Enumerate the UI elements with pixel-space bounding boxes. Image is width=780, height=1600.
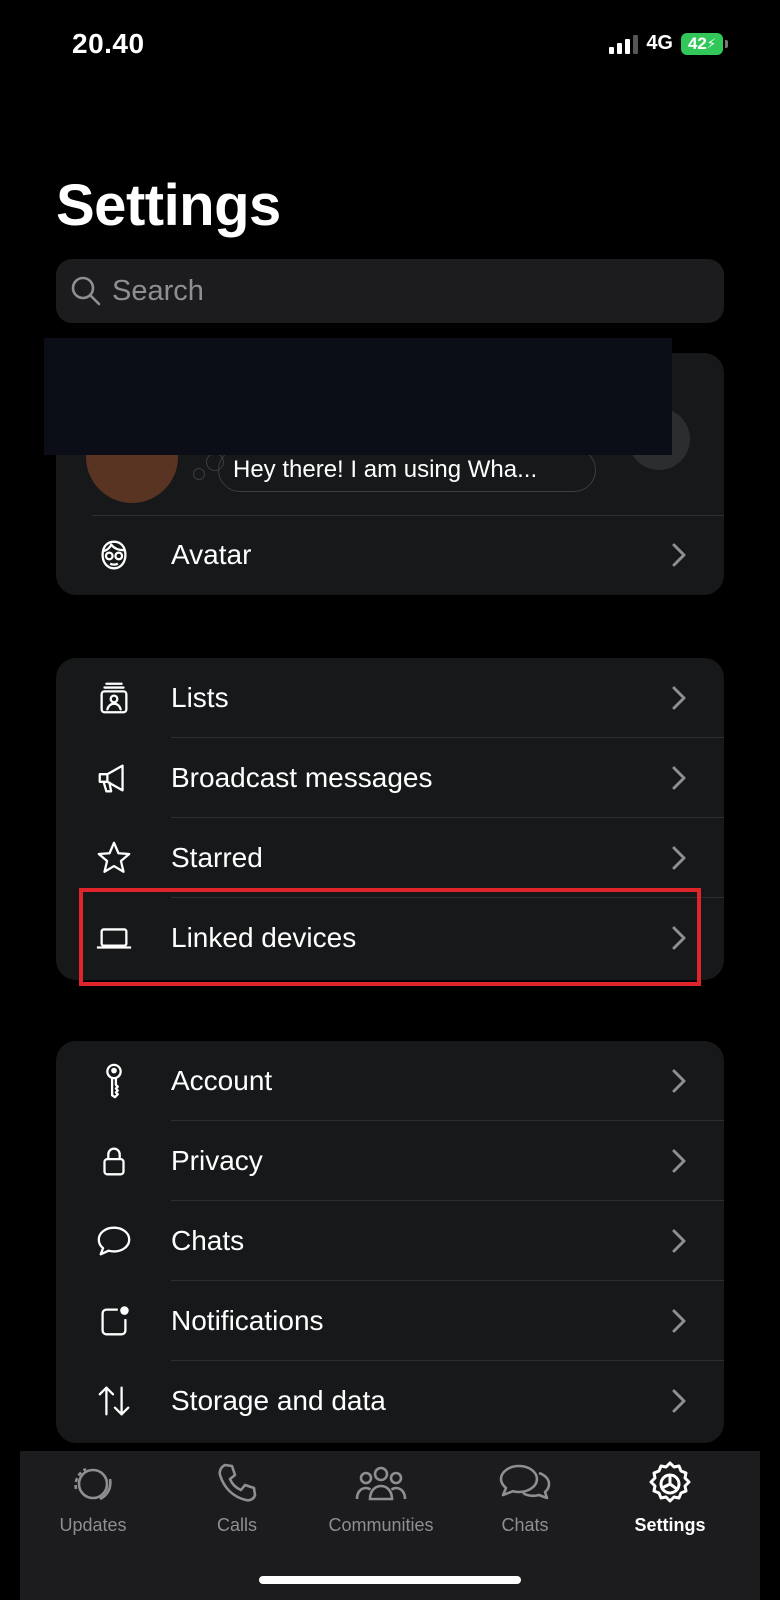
settings-item-broadcast[interactable]: Broadcast messages <box>56 738 724 818</box>
battery-icon: 42 ⚡ <box>681 32 728 55</box>
star-icon <box>94 838 134 878</box>
tab-communities[interactable]: Communities <box>311 1459 451 1536</box>
settings-item-label: Broadcast messages <box>171 762 433 793</box>
tab-label: Communities <box>328 1515 434 1535</box>
settings-item-label: Account <box>171 1065 273 1096</box>
chevron-right-icon <box>672 766 686 790</box>
tab-updates[interactable]: Updates <box>23 1459 163 1536</box>
search-bar[interactable] <box>56 259 724 323</box>
battery-level: 42 <box>687 33 707 53</box>
storage-arrows-icon <box>94 1381 134 1421</box>
settings-item-label: Chats <box>171 1225 245 1256</box>
highlight-box <box>79 888 701 986</box>
status-bubble-dot <box>193 468 205 480</box>
tab-calls[interactable]: Calls <box>167 1459 307 1536</box>
settings-item-privacy[interactable]: Privacy <box>56 1121 724 1201</box>
tab-label: Chats <box>501 1515 549 1535</box>
chats-tab-icon <box>499 1464 551 1500</box>
chevron-right-icon <box>672 846 686 870</box>
network-type: 4G <box>646 32 673 54</box>
settings-item-account[interactable]: Account <box>56 1041 724 1121</box>
tab-label: Updates <box>59 1515 127 1535</box>
settings-item-storage[interactable]: Storage and data <box>56 1361 724 1441</box>
chevron-right-icon <box>672 543 686 567</box>
settings-item-label: Storage and data <box>171 1385 386 1416</box>
redacted-profile-name <box>44 338 672 455</box>
settings-item-avatar[interactable]: Avatar <box>56 515 724 595</box>
lists-icon <box>94 678 134 718</box>
page-title: Settings <box>56 173 281 238</box>
chevron-right-icon <box>672 1229 686 1253</box>
signal-icon <box>609 34 639 54</box>
notification-icon <box>94 1301 134 1341</box>
phone-icon <box>218 1463 257 1502</box>
status-indicators: 4G 42 ⚡ <box>609 32 728 55</box>
settings-item-starred[interactable]: Starred <box>56 818 724 898</box>
chevron-right-icon <box>672 1389 686 1413</box>
settings-section-main: Account Privacy Chats Notifications Stor… <box>56 1041 724 1443</box>
avatar-icon <box>94 535 134 575</box>
communities-icon <box>355 1466 407 1501</box>
key-icon <box>94 1061 134 1101</box>
chevron-right-icon <box>672 686 686 710</box>
settings-item-notifications[interactable]: Notifications <box>56 1281 724 1361</box>
status-bar: 20.40 4G 42 ⚡ <box>0 0 780 90</box>
tab-settings[interactable]: Settings <box>600 1459 740 1536</box>
settings-item-label: Privacy <box>171 1145 263 1176</box>
megaphone-icon <box>94 758 134 798</box>
settings-item-label: Avatar <box>171 539 252 570</box>
home-indicator[interactable] <box>259 1576 521 1584</box>
tab-label: Calls <box>216 1515 257 1535</box>
settings-item-label: Notifications <box>171 1305 324 1336</box>
status-time: 20.40 <box>72 28 145 59</box>
search-input[interactable] <box>112 274 672 308</box>
chat-bubble-icon <box>94 1221 134 1261</box>
settings-item-chats[interactable]: Chats <box>56 1201 724 1281</box>
settings-item-label: Starred <box>171 842 263 873</box>
settings-item-lists[interactable]: Lists <box>56 658 724 738</box>
tab-chats[interactable]: Chats <box>455 1459 595 1536</box>
search-icon <box>71 276 101 306</box>
chevron-right-icon <box>672 1309 686 1333</box>
updates-icon <box>74 1467 112 1501</box>
chevron-right-icon <box>672 1069 686 1093</box>
chevron-right-icon <box>672 1149 686 1173</box>
settings-item-label: Lists <box>171 682 229 713</box>
tab-label: Settings <box>634 1515 706 1535</box>
lock-icon <box>94 1141 134 1181</box>
settings-gear-icon <box>649 1461 691 1503</box>
